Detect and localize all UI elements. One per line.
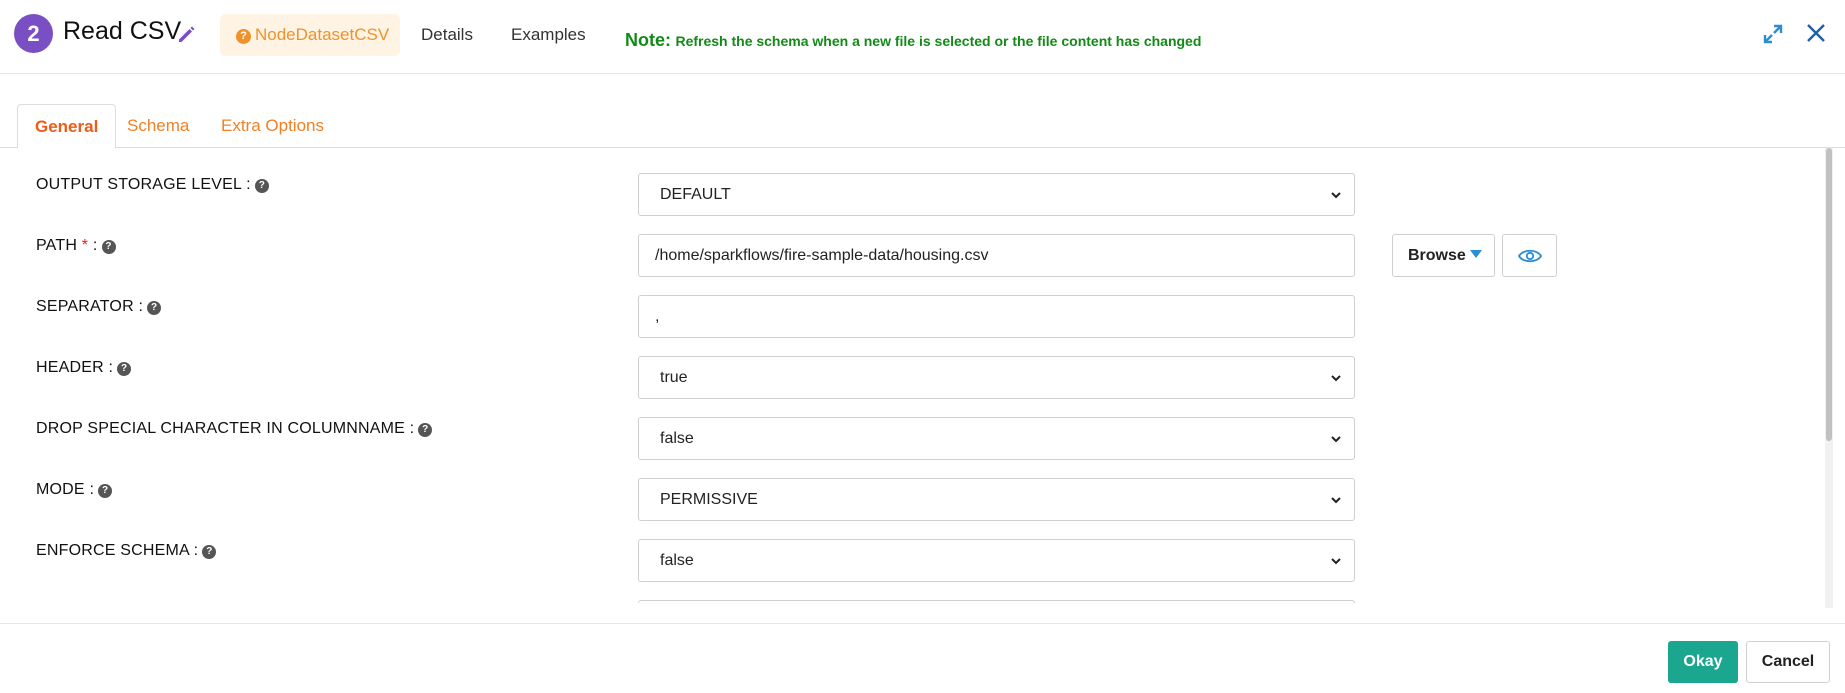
chevron-down-icon bbox=[1331, 558, 1341, 565]
form-row-next-partial bbox=[0, 575, 1825, 603]
expand-icon[interactable] bbox=[1762, 23, 1784, 45]
form-row-mode: MODE :? PERMISSIVE bbox=[0, 453, 1825, 521]
question-circle-icon[interactable]: ? bbox=[147, 301, 162, 315]
general-form: OUTPUT STORAGE LEVEL :? DEFAULT PATH * :… bbox=[0, 148, 1825, 603]
node-type-label: NodeDatasetCSV bbox=[255, 25, 390, 44]
tab-schema[interactable]: Schema bbox=[110, 104, 206, 148]
chevron-down-icon bbox=[1331, 497, 1341, 504]
question-circle-icon: ? bbox=[236, 29, 251, 44]
mode-label: MODE :? bbox=[36, 481, 113, 499]
note-label: Note: bbox=[625, 30, 671, 50]
modal-footer: Okay Cancel bbox=[0, 623, 1845, 693]
node-title: Read CSV bbox=[63, 17, 182, 45]
next-field-partial[interactable] bbox=[638, 600, 1355, 603]
tab-extra-options[interactable]: Extra Options bbox=[204, 104, 341, 148]
output-storage-level-label: OUTPUT STORAGE LEVEL :? bbox=[36, 176, 269, 194]
okay-button[interactable]: Okay bbox=[1668, 641, 1738, 683]
question-circle-icon[interactable]: ? bbox=[101, 240, 116, 254]
question-circle-icon[interactable]: ? bbox=[98, 484, 113, 498]
form-row-separator: SEPARATOR :? , bbox=[0, 270, 1825, 338]
question-circle-icon[interactable]: ? bbox=[202, 545, 217, 559]
drop-special-label: DROP SPECIAL CHARACTER IN COLUMNNAME :? bbox=[36, 420, 433, 438]
required-marker: * bbox=[81, 237, 89, 254]
form-row-header: HEADER :? true bbox=[0, 331, 1825, 399]
path-label: PATH * :? bbox=[36, 237, 116, 255]
node-type-badge[interactable]: ? NodeDatasetCSV bbox=[220, 14, 400, 56]
cancel-button[interactable]: Cancel bbox=[1746, 641, 1830, 683]
tab-general[interactable]: General bbox=[17, 104, 117, 149]
question-circle-icon[interactable]: ? bbox=[418, 423, 433, 437]
note-text: Refresh the schema when a new file is se… bbox=[675, 33, 1202, 49]
question-circle-icon[interactable]: ? bbox=[254, 179, 269, 193]
examples-link[interactable]: Examples bbox=[511, 25, 586, 45]
form-row-enforce-schema: ENFORCE SCHEMA :? false bbox=[0, 514, 1825, 582]
note-message: Note: Refresh the schema when a new file… bbox=[625, 30, 1201, 51]
form-row-output-storage-level: OUTPUT STORAGE LEVEL :? DEFAULT bbox=[0, 148, 1825, 216]
caret-down-icon bbox=[1469, 250, 1482, 258]
chevron-down-icon bbox=[1331, 192, 1341, 199]
tab-bar: General Schema Extra Options bbox=[0, 104, 1845, 149]
details-link[interactable]: Details bbox=[421, 25, 473, 45]
preview-file-button[interactable] bbox=[1502, 234, 1557, 277]
chevron-down-icon bbox=[1331, 436, 1341, 443]
pencil-icon[interactable] bbox=[175, 22, 199, 46]
eye-icon bbox=[1518, 249, 1542, 263]
modal-header: 2 Read CSV ? NodeDatasetCSV Details Examp… bbox=[0, 0, 1845, 74]
header-label: HEADER :? bbox=[36, 359, 132, 377]
enforce-schema-label: ENFORCE SCHEMA :? bbox=[36, 542, 217, 560]
chevron-down-icon bbox=[1331, 375, 1341, 382]
browse-button[interactable]: Browse bbox=[1392, 234, 1495, 277]
step-number-badge: 2 bbox=[14, 14, 53, 53]
question-circle-icon[interactable]: ? bbox=[117, 362, 132, 376]
form-row-drop-special: DROP SPECIAL CHARACTER IN COLUMNNAME :? … bbox=[0, 392, 1825, 460]
separator-label: SEPARATOR :? bbox=[36, 298, 162, 316]
close-icon[interactable] bbox=[1804, 21, 1828, 45]
form-scrollbar-thumb[interactable] bbox=[1826, 148, 1832, 441]
